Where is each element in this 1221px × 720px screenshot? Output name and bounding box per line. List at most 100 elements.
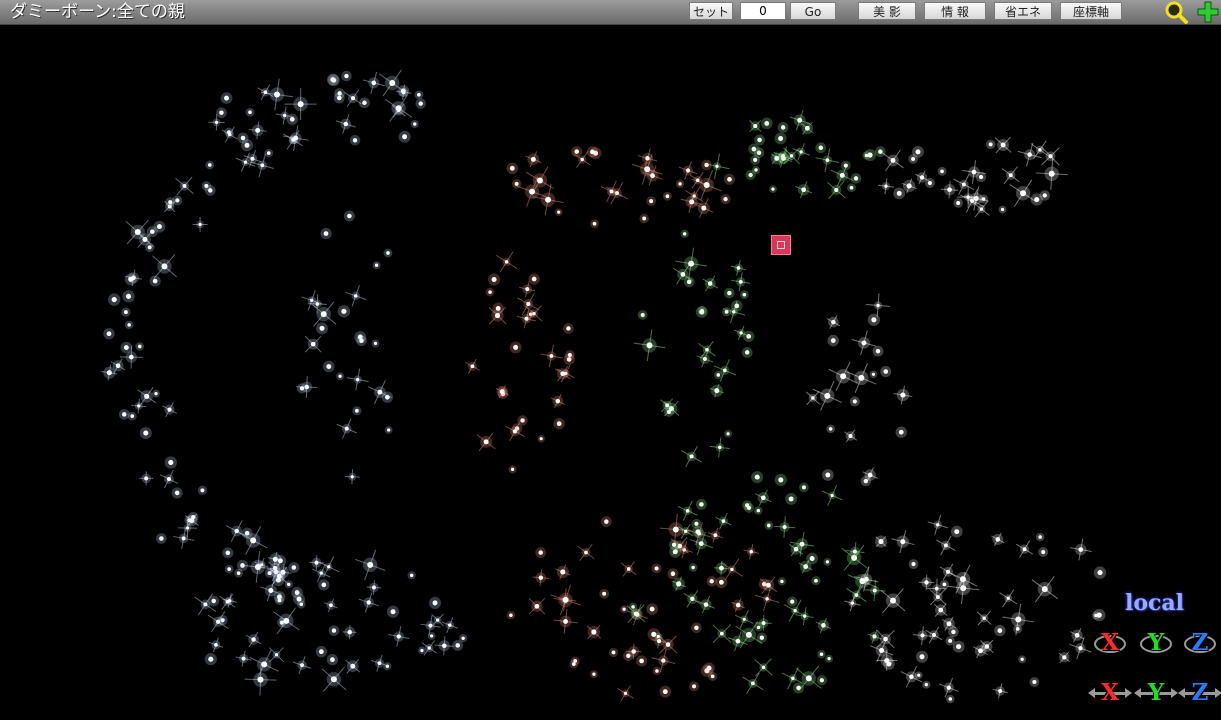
sparkle-particle [914,671,923,680]
sparkle-particle [751,471,764,484]
sparkle-particle [577,543,595,561]
sparkle-particle [849,396,860,407]
sparkle-particle [922,680,931,689]
sparkle-particle [508,465,517,474]
sparkle-particle [621,561,637,577]
sparkle-particle [388,626,410,647]
sparkle-particle [216,107,227,119]
sparkle-particle [328,625,340,636]
sparkle-particle [637,310,648,320]
sparkle-particle [680,229,689,238]
sparkle-particle [414,90,424,100]
rotate-x-handle[interactable]: X [1092,626,1128,660]
rotate-z-handle[interactable]: Z [1182,626,1218,660]
sparkle-particle [1093,566,1107,579]
sparkle-particle [398,130,411,143]
sparkle-particle [532,569,549,586]
particle-field [101,69,1107,704]
sparkle-particle [161,402,178,418]
sparkle-particle [827,180,846,200]
sparkle-particle [550,584,581,616]
sparkle-particle [383,662,392,671]
sparkle-particle [646,196,657,207]
sparkle-particle [344,89,362,107]
sparkle-particle [787,596,798,607]
sparkle-particle [825,654,834,663]
magnifier-icon[interactable] [1164,0,1188,24]
move-z-label: Z [1191,679,1209,706]
sparkle-particle [793,682,805,694]
sparkle-particle [356,335,367,347]
sparkle-particle [564,350,575,360]
sparkle-particle [913,626,932,645]
sparkle-particle [341,70,352,82]
sparkle-particle [208,637,224,653]
sparkle-particle [925,626,943,644]
info-button[interactable]: 情 報 [924,2,986,20]
sparkle-particle [359,97,370,109]
beauty-shadow-button[interactable]: 美 影 [858,2,916,20]
sparkle-particle [1038,547,1049,557]
sparkle-particle [1001,166,1020,185]
sparkle-particle [569,659,579,669]
sparkle-particle [895,426,907,438]
sparkle-particle [893,385,913,405]
sparkle-particle [742,672,764,695]
sparkle-particle [318,579,330,591]
rotate-y-handle[interactable]: Y [1138,626,1174,660]
sparkle-particle [553,609,578,634]
sparkle-particle [349,135,361,146]
sparkle-particle [805,391,820,406]
sparkle-particle [358,592,379,613]
move-z-handle[interactable]: Z [1178,676,1221,710]
sparkle-particle [847,183,856,193]
sparkle-particle [860,475,872,487]
sparkle-particle [683,589,702,608]
sparkle-particle [799,482,809,493]
sparkle-particle [785,493,798,505]
sparkle-particle [296,383,308,394]
sparkle-particle [976,610,992,626]
sparkle-particle [937,166,947,176]
sparkle-particle [1015,540,1034,558]
selected-bone-marker[interactable] [771,235,791,255]
sparkle-particle [777,577,787,586]
sparkle-particle [754,658,773,677]
rotate-z-label: Z [1191,629,1209,656]
sparkle-particle [222,547,234,559]
sparkle-particle [777,122,789,133]
sparkle-particle [743,543,759,560]
sparkle-particle [874,535,888,548]
set-button[interactable]: セット [689,2,733,20]
3d-viewport[interactable] [0,25,1221,720]
coordinate-axis-button[interactable]: 座標軸 [1060,2,1122,20]
sparkle-particle [1031,576,1058,603]
sparkle-particle [355,549,386,581]
sparkle-particle [345,285,367,307]
move-x-handle[interactable]: X [1088,676,1132,710]
sparkle-particle [555,564,571,580]
sparkle-particle [386,605,400,618]
sparkle-particle [1035,532,1045,542]
move-cross-icon[interactable] [1196,0,1220,24]
sparkle-particle [224,564,234,574]
sparkle-particle [867,629,882,644]
sparkle-particle [589,670,598,679]
sparkle-particle [385,94,413,122]
sparkle-particle [441,617,458,634]
sparkle-particle [714,370,723,380]
go-button[interactable]: Go [790,2,836,20]
sparkle-particle [950,525,963,538]
frame-number-input[interactable] [740,2,786,20]
eco-mode-button[interactable]: 省エネ [994,2,1052,20]
sparkle-particle [371,339,380,348]
coordinate-mode-label[interactable]: local [1125,590,1184,616]
sparkle-particle [720,193,731,205]
sparkle-particle [345,658,361,674]
sparkle-particle [201,181,212,191]
sparkle-particle [764,521,774,530]
move-y-handle[interactable]: Y [1134,676,1178,710]
sparkle-particle [550,393,566,409]
sparkle-particle [883,658,895,670]
sparkle-particle [697,595,715,614]
